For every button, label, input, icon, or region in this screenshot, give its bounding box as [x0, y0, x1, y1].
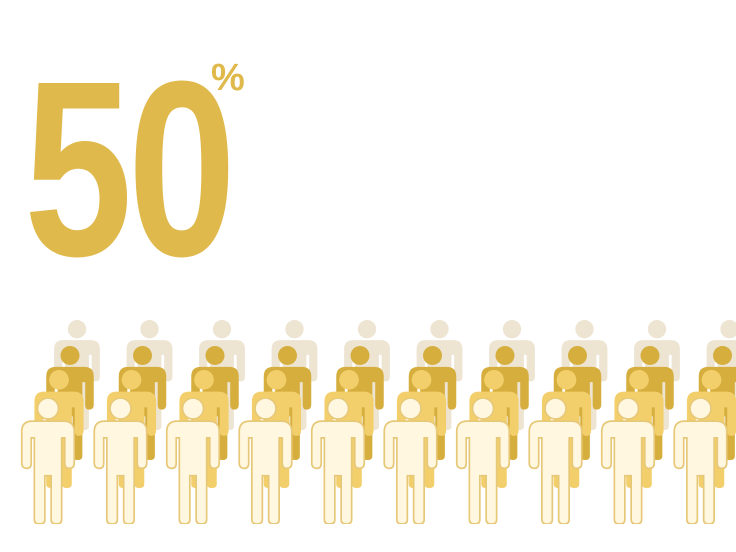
stat-number: 50	[24, 29, 236, 308]
people-crowd	[20, 320, 736, 524]
stat-unit: %	[211, 57, 245, 99]
stat-figure: 50 %	[24, 44, 254, 294]
